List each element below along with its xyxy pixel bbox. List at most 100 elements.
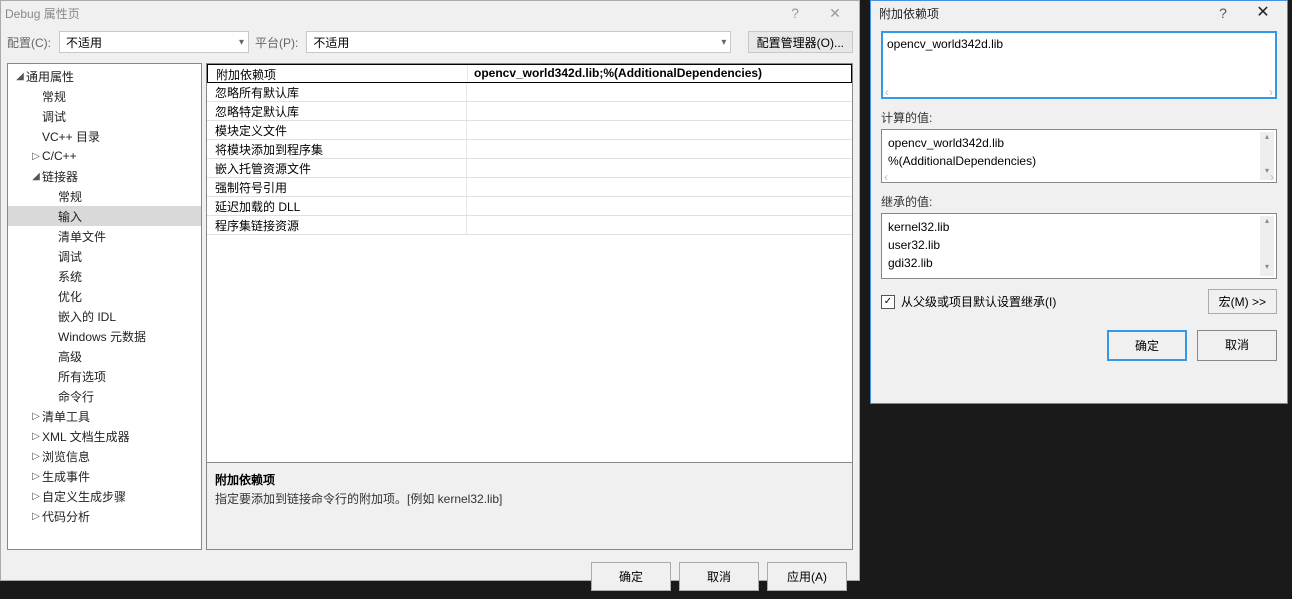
property-row[interactable]: 程序集链接资源: [207, 216, 852, 235]
tree-node-label: VC++ 目录: [42, 128, 100, 145]
macro-button[interactable]: 宏(M) >>: [1208, 289, 1277, 314]
tree-expander-icon: ▷: [30, 411, 42, 422]
tree-node[interactable]: ▷自定义生成步骤: [8, 486, 201, 506]
tree-node[interactable]: VC++ 目录: [8, 126, 201, 146]
tree-node[interactable]: ▷清单工具: [8, 406, 201, 426]
tree-node-label: 清单文件: [58, 228, 106, 245]
tree-expander-icon: ▷: [30, 491, 42, 502]
tree-node-label: 调试: [58, 248, 82, 265]
cancel-button[interactable]: 取消: [1197, 330, 1277, 361]
tree-node-label: 嵌入的 IDL: [58, 308, 116, 325]
tree-node[interactable]: ▷XML 文档生成器: [8, 426, 201, 446]
tree-node[interactable]: ◢通用属性: [8, 66, 201, 86]
property-row[interactable]: 忽略所有默认库: [207, 83, 852, 102]
tree-node-label: 浏览信息: [42, 448, 90, 465]
apply-button[interactable]: 应用(A): [767, 562, 847, 591]
tree-node[interactable]: 优化: [8, 286, 201, 306]
property-value[interactable]: opencv_world342d.lib;%(AdditionalDepende…: [468, 65, 851, 82]
platform-dropdown[interactable]: 不适用 ▾: [306, 31, 731, 53]
cancel-button[interactable]: 取消: [679, 562, 759, 591]
close-button[interactable]: ✕: [1243, 2, 1283, 24]
close-button[interactable]: ✕: [815, 2, 855, 24]
description-title: 附加依赖项: [215, 471, 844, 488]
tree-node-label: 代码分析: [42, 508, 90, 525]
computed-value-line: %(AdditionalDependencies): [888, 152, 1270, 170]
property-value[interactable]: [467, 159, 852, 177]
help-button[interactable]: ?: [1203, 2, 1243, 24]
horizontal-scrollbar[interactable]: ‹›: [885, 85, 1273, 97]
chevron-down-icon: ▾: [721, 37, 726, 48]
property-row[interactable]: 附加依赖项opencv_world342d.lib;%(AdditionalDe…: [207, 64, 852, 83]
ok-button[interactable]: 确定: [1107, 330, 1187, 361]
platform-value: 不适用: [313, 34, 349, 51]
tree-node[interactable]: 清单文件: [8, 226, 201, 246]
property-value[interactable]: [467, 102, 852, 120]
property-name: 延迟加载的 DLL: [207, 197, 467, 215]
property-row[interactable]: 延迟加载的 DLL: [207, 197, 852, 216]
configuration-label: 配置(C):: [7, 34, 51, 51]
property-row[interactable]: 嵌入托管资源文件: [207, 159, 852, 178]
description-panel: 附加依赖项 指定要添加到链接命令行的附加项。[例如 kernel32.lib]: [206, 463, 853, 550]
tree-node-label: 常规: [58, 188, 82, 205]
tree-node[interactable]: 系统: [8, 266, 201, 286]
tree-node[interactable]: ▷代码分析: [8, 506, 201, 526]
tree-node[interactable]: 高级: [8, 346, 201, 366]
configuration-manager-button[interactable]: 配置管理器(O)...: [748, 31, 853, 53]
tree-node[interactable]: 所有选项: [8, 366, 201, 386]
property-row[interactable]: 将模块添加到程序集: [207, 140, 852, 159]
sub-dialog-title: 附加依赖项: [879, 5, 1203, 22]
tree-node-label: 系统: [58, 268, 82, 285]
inherited-value-line: kernel32.lib: [888, 218, 1270, 236]
tree-node[interactable]: 命令行: [8, 386, 201, 406]
tree-node-label: 清单工具: [42, 408, 90, 425]
tree-node[interactable]: ▷生成事件: [8, 466, 201, 486]
inherited-values-box: kernel32.libuser32.libgdi32.lib ▴▾: [881, 213, 1277, 279]
configuration-value: 不适用: [66, 34, 102, 51]
property-row[interactable]: 忽略特定默认库: [207, 102, 852, 121]
additional-dependencies-dialog: 附加依赖项 ? ✕ opencv_world342d.lib ‹› 计算的值: …: [870, 0, 1288, 404]
property-value[interactable]: [467, 197, 852, 215]
inherit-row: ✓ 从父级或项目默认设置继承(I) 宏(M) >>: [881, 289, 1277, 314]
dependencies-editor[interactable]: opencv_world342d.lib ‹›: [881, 31, 1277, 99]
tree-expander-icon: ▷: [30, 451, 42, 462]
ok-button[interactable]: 确定: [591, 562, 671, 591]
horizontal-scrollbar[interactable]: ‹›: [884, 170, 1274, 182]
computed-label: 计算的值:: [881, 109, 1277, 126]
property-value[interactable]: [467, 216, 852, 234]
tree-node-label: 常规: [42, 88, 66, 105]
inherit-checkbox[interactable]: ✓: [881, 295, 895, 309]
tree-node-label: XML 文档生成器: [42, 428, 130, 445]
property-name: 模块定义文件: [207, 121, 467, 139]
property-value[interactable]: [467, 178, 852, 196]
property-value[interactable]: [467, 121, 852, 139]
property-value[interactable]: [467, 83, 852, 101]
tree-node-label: Windows 元数据: [58, 328, 146, 345]
tree-expander-icon: ▷: [30, 511, 42, 522]
property-row[interactable]: 模块定义文件: [207, 121, 852, 140]
tree-expander-icon: ◢: [14, 71, 26, 82]
tree-node[interactable]: 输入: [8, 206, 201, 226]
property-grid[interactable]: 附加依赖项opencv_world342d.lib;%(AdditionalDe…: [206, 63, 853, 463]
tree-node[interactable]: 常规: [8, 186, 201, 206]
tree-node[interactable]: 调试: [8, 106, 201, 126]
help-button[interactable]: ?: [775, 2, 815, 24]
sub-dialog-buttons: 确定 取消: [871, 320, 1287, 371]
tree-node[interactable]: 常规: [8, 86, 201, 106]
tree-node-label: 高级: [58, 348, 82, 365]
configuration-dropdown[interactable]: 不适用 ▾: [59, 31, 249, 53]
property-value[interactable]: [467, 140, 852, 158]
tree-node[interactable]: ▷浏览信息: [8, 446, 201, 466]
tree-node-label: 所有选项: [58, 368, 106, 385]
dialog-title: Debug 属性页: [5, 5, 775, 22]
property-tree[interactable]: ◢通用属性常规调试VC++ 目录▷C/C++◢链接器常规输入清单文件调试系统优化…: [7, 63, 202, 550]
vertical-scrollbar[interactable]: ▴▾: [1260, 216, 1274, 276]
tree-node[interactable]: Windows 元数据: [8, 326, 201, 346]
tree-node[interactable]: ◢链接器: [8, 166, 201, 186]
tree-node-label: 通用属性: [26, 68, 74, 85]
property-row[interactable]: 强制符号引用: [207, 178, 852, 197]
tree-node[interactable]: 调试: [8, 246, 201, 266]
property-name: 强制符号引用: [207, 178, 467, 196]
tree-node[interactable]: 嵌入的 IDL: [8, 306, 201, 326]
tree-expander-icon: ▷: [30, 431, 42, 442]
tree-node[interactable]: ▷C/C++: [8, 146, 201, 166]
